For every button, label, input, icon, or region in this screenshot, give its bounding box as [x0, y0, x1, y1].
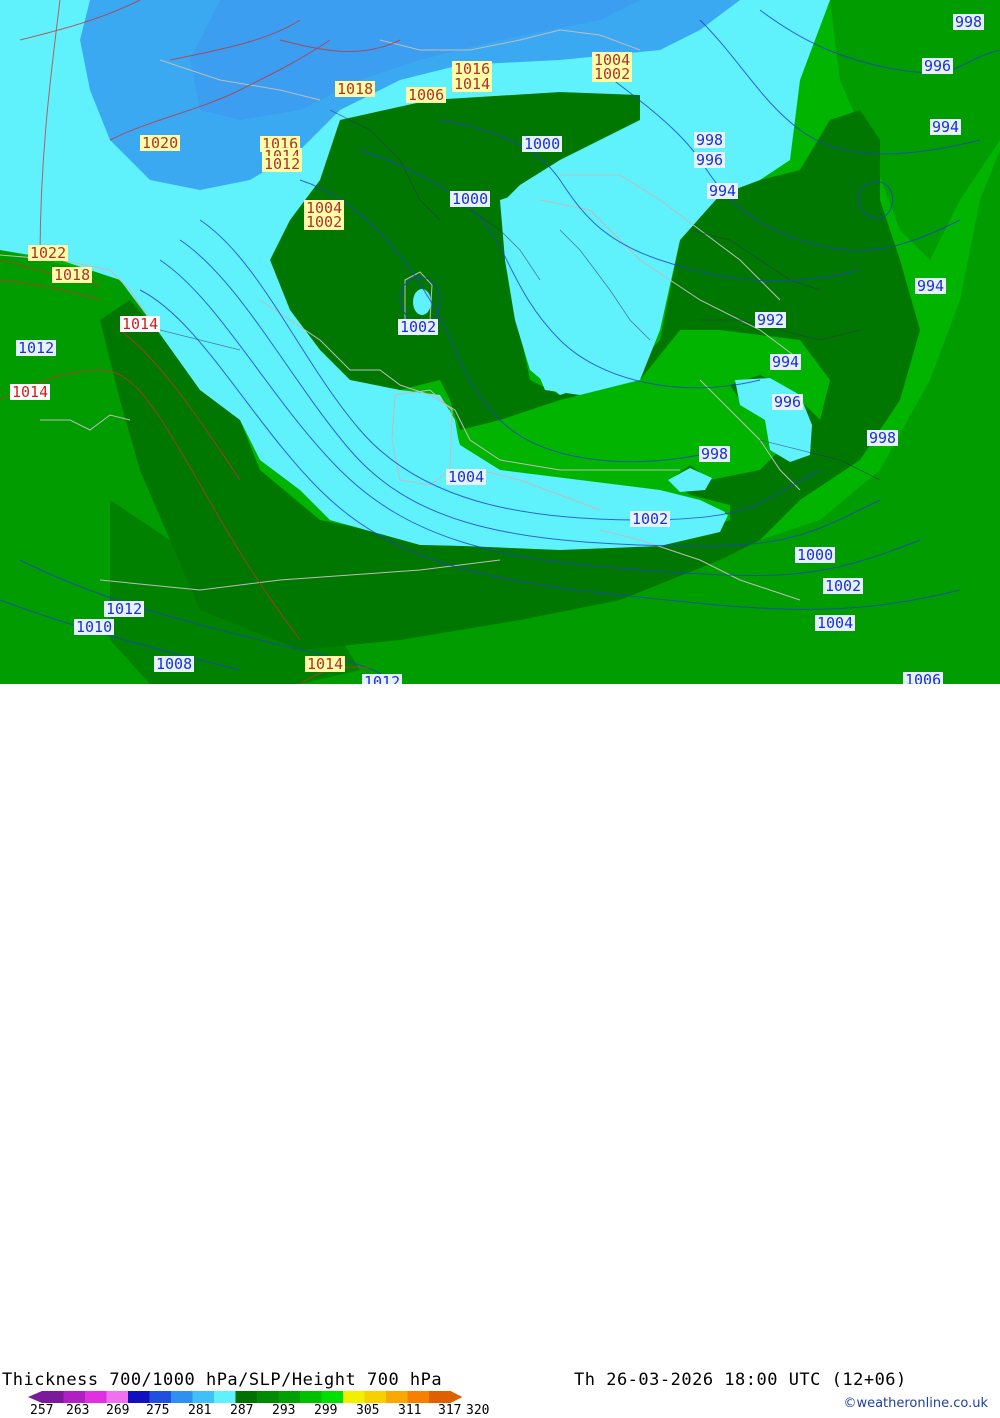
isobar-label: 998: [694, 131, 726, 149]
scale-tick-label: 287: [230, 1403, 254, 1418]
valid-time: Th 26-03-2026 18:00 UTC (12+06): [574, 1370, 907, 1390]
isobar-label: 996: [772, 393, 804, 411]
isobar-label: 1002: [592, 65, 633, 83]
isobar-label: 1020: [140, 134, 181, 152]
map-title: Thickness 700/1000 hPa/SLP/Height 700 hP…: [2, 1370, 443, 1390]
scale-swatch: [257, 1391, 279, 1403]
isobar-label: 994: [915, 277, 947, 295]
scale-swatch: [149, 1391, 172, 1403]
scale-swatch: [128, 1391, 150, 1403]
scale-arrow-right: [450, 1391, 463, 1403]
isobar-label: 1002: [823, 577, 864, 595]
isobar-label: 1002: [304, 213, 345, 231]
isobar-label: 1012: [262, 155, 303, 173]
isobar-label: 1014: [120, 315, 161, 333]
thickness-color-scale: [28, 1391, 463, 1403]
isobar-label: 992: [755, 311, 787, 329]
isobar-label: 996: [922, 57, 954, 75]
scale-swatch: [192, 1391, 215, 1403]
scale-swatch: [85, 1391, 107, 1403]
isobar-label: 998: [867, 429, 899, 447]
corsica-cyan: [413, 289, 431, 315]
isobar-label: 1018: [52, 266, 93, 284]
scale-swatch: [321, 1391, 344, 1403]
scale-tick-label: 269: [106, 1403, 130, 1418]
scale-tick-label: 320: [466, 1403, 490, 1418]
scale-tick-label: 293: [272, 1403, 296, 1418]
scale-arrow-left: [28, 1391, 42, 1403]
footer: Thickness 700/1000 hPa/SLP/Height 700 hP…: [0, 684, 1000, 1418]
scale-swatch: [386, 1391, 408, 1403]
scale-tick-label: 311: [398, 1403, 422, 1418]
scale-tick-label: 257: [30, 1403, 54, 1418]
scale-tick-label: 275: [146, 1403, 170, 1418]
credit-text[interactable]: ©weatheronline.co.uk: [843, 1396, 988, 1411]
isobar-label: 1014: [305, 655, 346, 673]
isobar-label: 1018: [335, 80, 376, 98]
scale-swatch: [429, 1391, 451, 1403]
scale-swatch: [407, 1391, 430, 1403]
scale-tick-label: 263: [66, 1403, 90, 1418]
isobar-label: 1006: [406, 86, 447, 104]
scale-swatch: [343, 1391, 365, 1403]
scale-swatch: [171, 1391, 193, 1403]
isobar-label: 1004: [815, 614, 856, 632]
isobar-label: 1014: [452, 75, 493, 93]
scale-tick-label: 281: [188, 1403, 212, 1418]
isobar-label: 1004: [446, 468, 487, 486]
isobar-label: 1012: [16, 339, 57, 357]
isobar-label: 998: [953, 13, 985, 31]
isobar-label: 1014: [10, 383, 51, 401]
scale-ticks: 257 263 269 275 281 287 293 299 305 311 317 320: [0, 1403, 520, 1418]
isobar-label: 1000: [450, 190, 491, 208]
scale-tick-label: 317: [438, 1403, 462, 1418]
isobar-label: 994: [930, 118, 962, 136]
scale-swatch: [235, 1391, 258, 1403]
isobar-label: 1002: [630, 510, 671, 528]
isobar-label: 996: [694, 151, 726, 169]
scale-swatch: [300, 1391, 322, 1403]
isobar-label: 994: [707, 182, 739, 200]
scale-tick-label: 305: [356, 1403, 380, 1418]
isobar-label: 1022: [28, 244, 69, 262]
scale-tick-label: 299: [314, 1403, 338, 1418]
scale-swatch: [106, 1391, 129, 1403]
scale-swatch: [364, 1391, 387, 1403]
scale-swatch: [278, 1391, 301, 1403]
scale-swatch: [214, 1391, 236, 1403]
isobar-label: 994: [770, 353, 802, 371]
isobar-label: 1008: [154, 655, 195, 673]
scale-swatch: [42, 1391, 64, 1403]
isobar-label: 1002: [398, 318, 439, 336]
isobar-label: 998: [699, 445, 731, 463]
scale-swatch: [63, 1391, 86, 1403]
isobar-label: 1012: [104, 600, 145, 618]
weather-map: 9989969941020101810161014101210061016101…: [0, 0, 1000, 690]
isobar-label: 1000: [522, 135, 563, 153]
isobar-label: 1000: [795, 546, 836, 564]
isobar-label: 1010: [74, 618, 115, 636]
